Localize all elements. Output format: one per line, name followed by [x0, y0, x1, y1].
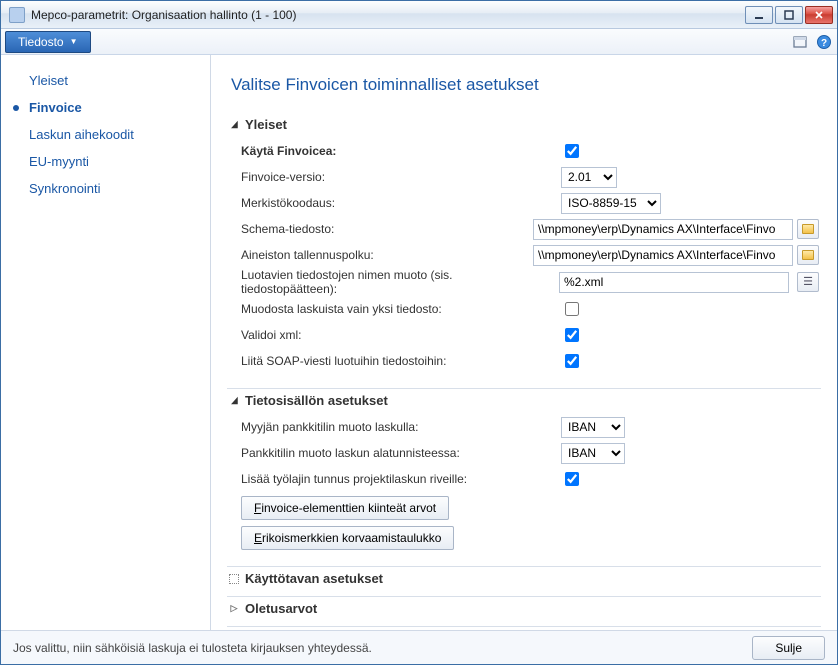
view-icon[interactable] — [791, 33, 809, 51]
section-tietosisalto: Tietosisällön asetukset Myyjän pankkitil… — [227, 388, 821, 560]
single-file-label: Muodosta laskuista vain yksi tiedosto: — [241, 302, 553, 316]
file-menu-label: Tiedosto — [18, 35, 64, 49]
savepath-browse-button[interactable] — [797, 245, 819, 265]
app-icon — [9, 7, 25, 23]
filename-format-input[interactable] — [559, 272, 789, 293]
help-icon[interactable]: ? — [815, 33, 833, 51]
sidebar-item-eu-myynti[interactable]: EU-myynti — [1, 148, 210, 175]
section-oletusarvot: Oletusarvot — [227, 596, 821, 620]
minimize-button[interactable] — [745, 6, 773, 24]
close-button[interactable]: Sulje — [752, 636, 825, 660]
section-header-oletusarvot[interactable]: Oletusarvot — [227, 596, 821, 620]
section-kayttotapa: Käyttötavan asetukset — [227, 566, 821, 590]
expand-icon — [229, 574, 239, 584]
list-icon: ☰ — [803, 277, 813, 288]
use-finvoice-checkbox[interactable] — [565, 144, 579, 158]
chevron-down-icon: ▼ — [70, 37, 78, 46]
sidebar-item-finvoice[interactable]: Finvoice — [1, 94, 210, 121]
folder-icon — [802, 224, 814, 234]
collapse-icon — [229, 604, 239, 614]
file-menu[interactable]: Tiedosto ▼ — [5, 31, 91, 53]
seller-bank-format-select[interactable]: IBAN — [561, 417, 625, 438]
window-buttons — [745, 6, 833, 24]
sidebar-item-synkronointi[interactable]: Synkronointi — [1, 175, 210, 202]
titlebar: Mepco-parametrit: Organisaation hallinto… — [1, 1, 837, 29]
filename-format-label: Luotavien tiedostojen nimen muoto (sis. … — [241, 268, 551, 296]
sidebar: Yleiset Finvoice Laskun aihekoodit EU-my… — [1, 55, 211, 630]
encoding-label: Merkistökoodaus: — [241, 196, 553, 210]
section-header-tietosisalto[interactable]: Tietosisällön asetukset — [227, 388, 821, 412]
schema-file-input[interactable] — [533, 219, 793, 240]
window-title: Mepco-parametrit: Organisaation hallinto… — [31, 8, 745, 22]
schema-file-label: Schema-tiedosto: — [241, 222, 525, 236]
use-finvoice-label: Käytä Finvoicea: — [241, 144, 553, 158]
section-header-yleiset[interactable]: Yleiset — [227, 113, 821, 136]
page-title: Valitse Finvoicen toiminnalliset asetuks… — [231, 75, 821, 95]
statusbar: Jos valittu, niin sähköisiä laskuja ei t… — [1, 630, 837, 664]
expand-icon — [229, 396, 239, 406]
soap-label: Liitä SOAP-viesti luotuihin tiedostoihin… — [241, 354, 553, 368]
soap-checkbox[interactable] — [565, 354, 579, 368]
special-chars-table-button[interactable]: Erikoismerkkien korvaamistaulukko — [241, 526, 454, 550]
single-file-checkbox[interactable] — [565, 302, 579, 316]
section-yleiset: Yleiset Käytä Finvoicea: Finvoice-versio… — [227, 113, 821, 382]
folder-icon — [802, 250, 814, 260]
sidebar-item-laskun-aihekoodit[interactable]: Laskun aihekoodit — [1, 121, 210, 148]
finvoice-fixed-values-button[interactable]: Finvoice-elementtien kiinteät arvot — [241, 496, 449, 520]
filename-format-helper-button[interactable]: ☰ — [797, 272, 819, 292]
expand-icon — [229, 120, 239, 130]
finvoice-version-select[interactable]: 2.01 — [561, 167, 617, 188]
savepath-input[interactable] — [533, 245, 793, 266]
worktype-checkbox[interactable] — [565, 472, 579, 486]
status-text: Jos valittu, niin sähköisiä laskuja ei t… — [13, 641, 740, 655]
section-header-kayttotapa[interactable]: Käyttötavan asetukset — [227, 566, 821, 590]
menubar: Tiedosto ▼ ? — [1, 29, 837, 55]
savepath-label: Aineiston tallennuspolku: — [241, 248, 525, 262]
close-window-button[interactable] — [805, 6, 833, 24]
main-panel: Valitse Finvoicen toiminnalliset asetuks… — [211, 55, 837, 630]
sidebar-item-yleiset[interactable]: Yleiset — [1, 67, 210, 94]
encoding-select[interactable]: ISO-8859-15 — [561, 193, 661, 214]
svg-text:?: ? — [821, 38, 827, 49]
footer-bank-format-label: Pankkitilin muoto laskun alatunnisteessa… — [241, 446, 553, 460]
validate-xml-label: Validoi xml: — [241, 328, 553, 342]
validate-xml-checkbox[interactable] — [565, 328, 579, 342]
footer-bank-format-select[interactable]: IBAN — [561, 443, 625, 464]
seller-bank-format-label: Myyjän pankkitilin muoto laskulla: — [241, 420, 553, 434]
schema-browse-button[interactable] — [797, 219, 819, 239]
window: Mepco-parametrit: Organisaation hallinto… — [0, 0, 838, 665]
maximize-button[interactable] — [775, 6, 803, 24]
worktype-label: Lisää työlajin tunnus projektilaskun riv… — [241, 472, 553, 486]
body-area: Yleiset Finvoice Laskun aihekoodit EU-my… — [1, 55, 837, 630]
finvoice-version-label: Finvoice-versio: — [241, 170, 553, 184]
